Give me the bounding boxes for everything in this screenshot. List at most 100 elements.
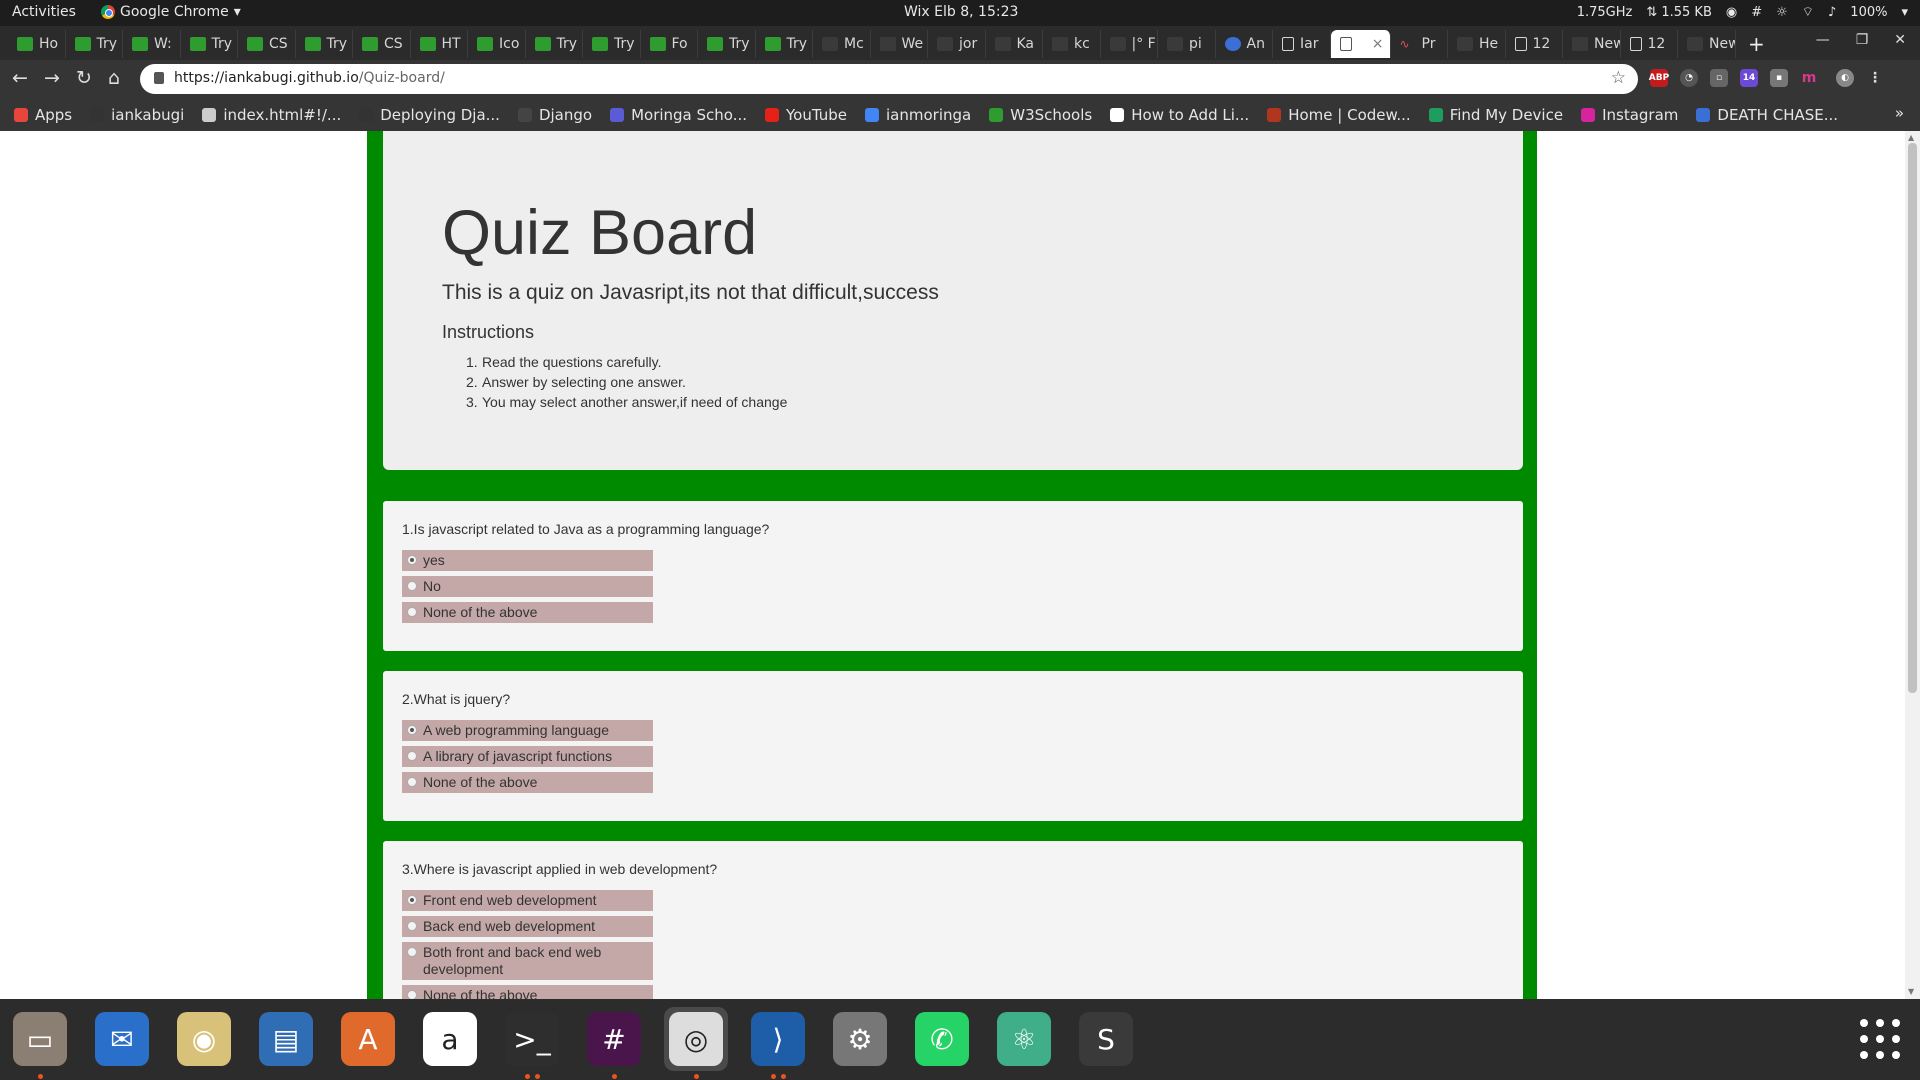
wifi-icon[interactable]: ⌔ xyxy=(1802,4,1814,20)
bookmark-item[interactable]: iankabugi xyxy=(90,106,184,124)
software-launcher[interactable]: A xyxy=(336,1007,400,1071)
extension-icon[interactable]: ▫ xyxy=(1710,69,1728,87)
radio-button[interactable] xyxy=(407,607,417,617)
browser-tab[interactable]: Try xyxy=(296,30,353,58)
browser-tab[interactable]: 12 xyxy=(1621,30,1678,58)
bookmark-item[interactable]: Apps xyxy=(14,106,72,124)
extension-icon[interactable]: m xyxy=(1800,69,1818,87)
vscode-launcher[interactable]: ⟩ xyxy=(746,1007,810,1071)
radio-button[interactable] xyxy=(407,947,417,957)
caret-down-icon[interactable]: ▾ xyxy=(1901,5,1908,20)
browser-tab[interactable]: Try xyxy=(583,30,641,58)
sublime-launcher[interactable]: S xyxy=(1074,1007,1138,1071)
browser-tab[interactable]: New T xyxy=(1563,30,1621,58)
bookmark-item[interactable]: ianmoringa xyxy=(865,106,971,124)
browser-tab[interactable]: |° F xyxy=(1101,30,1158,58)
browser-tab[interactable]: New T xyxy=(1678,30,1736,58)
address-bar[interactable]: https://iankabugi.github.io/Quiz-board/ … xyxy=(140,64,1638,94)
page-scrollbar[interactable]: ▲ ▼ xyxy=(1905,131,1920,999)
app-menu[interactable]: Google Chrome ▾ xyxy=(101,4,241,20)
answer-option[interactable]: A web programming language xyxy=(402,720,653,741)
bookmark-item[interactable]: Find My Device xyxy=(1428,106,1563,124)
slack-launcher[interactable]: # xyxy=(582,1007,646,1071)
answer-option[interactable]: Back end web development xyxy=(402,916,653,937)
files-launcher[interactable]: ▭ xyxy=(8,1007,72,1071)
forward-button[interactable]: → xyxy=(44,67,60,89)
radio-button[interactable] xyxy=(407,777,417,787)
radio-button[interactable] xyxy=(407,725,417,735)
chrome-launcher[interactable]: ◎ xyxy=(664,1007,728,1071)
browser-tab[interactable]: Mc xyxy=(813,30,871,58)
back-button[interactable]: ← xyxy=(12,67,28,89)
extension-icon[interactable]: 14 xyxy=(1740,69,1758,87)
browser-tab[interactable]: ∿ Pr xyxy=(1391,30,1448,58)
volume-icon[interactable]: ♪ xyxy=(1828,5,1836,20)
radio-button[interactable] xyxy=(407,555,417,565)
chrome-tray-icon[interactable]: ◉ xyxy=(1726,5,1737,20)
radio-button[interactable] xyxy=(407,990,417,999)
lock-icon[interactable] xyxy=(154,72,164,84)
slack-tray-icon[interactable]: # xyxy=(1751,5,1762,20)
cpu-indicator[interactable]: 1.75GHz xyxy=(1577,5,1633,20)
bookmark-item[interactable]: DEATH CHASE... xyxy=(1696,106,1838,124)
activities-button[interactable]: Activities xyxy=(12,4,76,20)
extension-icon[interactable]: ◔ xyxy=(1680,69,1698,87)
browser-tab[interactable]: Fo xyxy=(641,30,698,58)
browser-tab[interactable]: Try xyxy=(66,30,123,58)
browser-tab[interactable]: pi xyxy=(1158,30,1216,58)
more-bookmarks-icon[interactable]: » xyxy=(1895,104,1904,122)
bookmark-item[interactable]: How to Add Li... xyxy=(1110,106,1249,124)
home-button[interactable]: ⌂ xyxy=(108,67,120,89)
answer-option[interactable]: Front end web development xyxy=(402,890,653,911)
browser-tab[interactable]: 12 xyxy=(1506,30,1563,58)
profile-avatar[interactable]: ◐ xyxy=(1836,69,1854,87)
url-text[interactable]: https://iankabugi.github.io/Quiz-board/ xyxy=(174,70,445,86)
bookmark-item[interactable]: YouTube xyxy=(765,106,847,124)
answer-option[interactable]: A library of javascript functions xyxy=(402,746,653,767)
browser-tab[interactable]: An xyxy=(1216,30,1273,58)
browser-tab[interactable]: Try xyxy=(698,30,756,58)
bookmark-item[interactable]: Instagram xyxy=(1581,106,1678,124)
browser-tab[interactable]: Ho xyxy=(8,30,66,58)
system-tray[interactable]: 1.75GHz ⇅ 1.55 KB ◉ # ☼ ⌔ ♪ 100% ▾ xyxy=(1577,4,1908,21)
bookmark-item[interactable]: index.html#!/... xyxy=(202,106,341,124)
maximize-button[interactable]: ❐ xyxy=(1856,32,1869,48)
browser-tab[interactable]: jor xyxy=(928,30,986,58)
radio-button[interactable] xyxy=(407,751,417,761)
browser-tab[interactable]: W: xyxy=(123,30,181,58)
bookmark-item[interactable]: Deploying Dja... xyxy=(359,106,500,124)
browser-tab[interactable]: Try xyxy=(181,30,238,58)
scroll-down-icon[interactable]: ▼ xyxy=(1908,987,1914,996)
writer-launcher[interactable]: ▤ xyxy=(254,1007,318,1071)
net-indicator[interactable]: ⇅ 1.55 KB xyxy=(1646,5,1712,20)
battery-indicator[interactable]: 100% xyxy=(1850,5,1887,20)
scrollbar-thumb[interactable] xyxy=(1908,143,1917,693)
browser-tab[interactable]: HT xyxy=(411,30,468,58)
clock[interactable]: Wix Elb 8, 15:23 xyxy=(904,4,1018,20)
browser-tab[interactable]: kc xyxy=(1043,30,1101,58)
reload-button[interactable]: ↻ xyxy=(76,67,92,89)
radio-button[interactable] xyxy=(407,921,417,931)
menu-kebab-icon[interactable]: ⋮ xyxy=(1866,69,1884,87)
browser-tab[interactable]: He xyxy=(1448,30,1506,58)
browser-tab[interactable]: We xyxy=(871,30,928,58)
adblock-icon[interactable]: ABP xyxy=(1649,69,1669,87)
answer-option[interactable]: None of the above xyxy=(402,772,653,793)
show-apps-icon[interactable] xyxy=(1860,1019,1900,1059)
rhythmbox-launcher[interactable]: ◉ xyxy=(172,1007,236,1071)
browser-tab[interactable]: CS xyxy=(238,30,296,58)
browser-tab[interactable]: Try xyxy=(526,30,583,58)
thunderbird-launcher[interactable]: ✉ xyxy=(90,1007,154,1071)
new-tab-button[interactable]: + xyxy=(1748,32,1765,56)
bookmark-item[interactable]: Django xyxy=(517,106,592,124)
browser-tab[interactable]: CS xyxy=(353,30,411,58)
bookmark-item[interactable]: Home | Codew... xyxy=(1267,106,1411,124)
brightness-icon[interactable]: ☼ xyxy=(1776,5,1788,20)
answer-option[interactable]: None of the above xyxy=(402,602,653,623)
extension-icon[interactable]: ▪ xyxy=(1770,69,1788,87)
close-tab-icon[interactable]: × xyxy=(1372,36,1384,52)
scroll-up-icon[interactable]: ▲ xyxy=(1908,133,1914,142)
radio-button[interactable] xyxy=(407,581,417,591)
active-tab[interactable]: × xyxy=(1330,30,1391,58)
answer-option[interactable]: No xyxy=(402,576,653,597)
